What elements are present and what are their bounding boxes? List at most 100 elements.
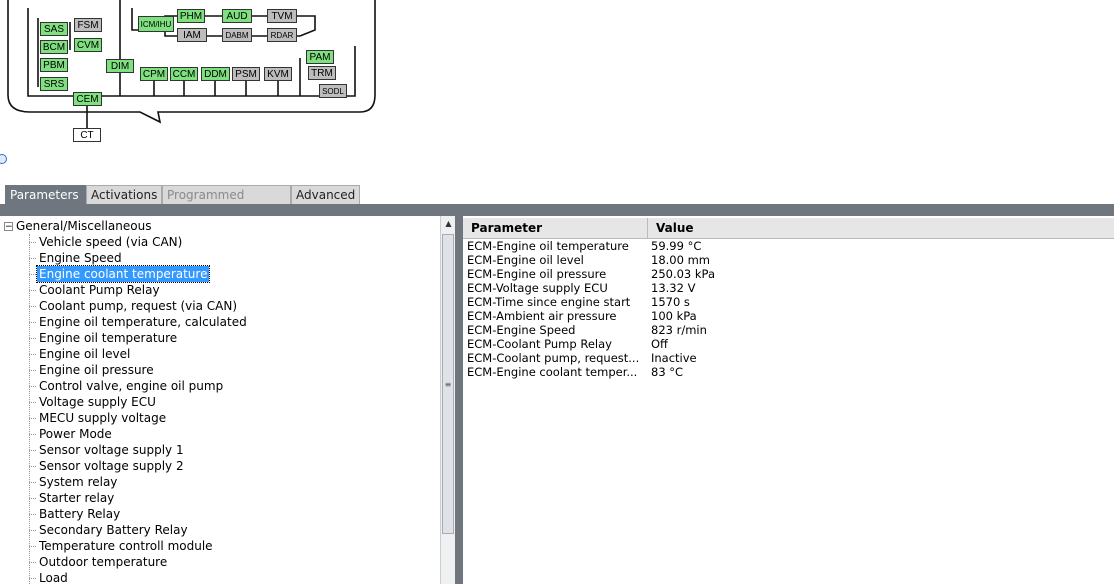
tree-item[interactable]: Outdoor temperature <box>37 554 169 570</box>
tree-scrollbar[interactable]: ▲ ≡ <box>440 216 456 584</box>
table-row[interactable]: ECM-Ambient air pressure 100 kPa <box>463 309 1114 323</box>
node-psm[interactable]: PSM <box>232 67 260 81</box>
node-icm-ihu[interactable]: ICM/IHU <box>138 16 174 32</box>
node-rdar[interactable]: RDAR <box>267 28 297 42</box>
cell-value: 59.99 °C <box>651 239 702 253</box>
node-cvm[interactable]: CVM <box>74 38 102 52</box>
tree-root-general-miscellaneous[interactable]: − General/Miscellaneous <box>4 218 151 234</box>
tree-item[interactable]: Engine oil pressure <box>37 362 156 378</box>
table-row[interactable]: ECM-Coolant pump, request... Inactive <box>463 351 1114 365</box>
node-pbm[interactable]: PBM <box>40 58 68 72</box>
node-aud[interactable]: AUD <box>222 9 252 23</box>
tab-advanced[interactable]: Advanced <box>291 185 360 204</box>
cell-value: 1570 s <box>651 295 690 309</box>
pane-splitter[interactable] <box>455 216 463 584</box>
node-fsm[interactable]: FSM <box>74 18 102 32</box>
tree-item[interactable]: Sensor voltage supply 1 <box>37 442 186 458</box>
node-sodl[interactable]: SODL <box>319 84 347 98</box>
cell-parameter: ECM-Time since engine start <box>467 295 631 309</box>
node-cem[interactable]: CEM <box>73 92 102 106</box>
tree-branch-line <box>29 498 36 499</box>
cell-value: Off <box>651 337 668 351</box>
tree-item[interactable]: Engine oil temperature, calculated <box>37 314 249 330</box>
tree-branch-line <box>29 562 36 563</box>
node-trm[interactable]: TRM <box>308 66 336 80</box>
scroll-up-arrow-icon[interactable]: ▲ <box>441 216 456 231</box>
node-tvm[interactable]: TVM <box>267 9 297 23</box>
tree-item[interactable]: Engine Speed <box>37 250 124 266</box>
cell-value: Inactive <box>651 351 697 365</box>
tree-item[interactable]: Coolant Pump Relay <box>37 282 162 298</box>
tree-item[interactable]: Voltage supply ECU <box>37 394 158 410</box>
cell-value: 823 r/min <box>651 323 707 337</box>
node-ccm[interactable]: CCM <box>170 67 198 81</box>
cell-parameter: ECM-Ambient air pressure <box>467 309 617 323</box>
table-header: Parameter Value <box>463 218 1114 239</box>
column-header-parameter[interactable]: Parameter <box>463 218 648 238</box>
tree-item[interactable]: Engine coolant temperature <box>35 265 211 283</box>
node-dabm[interactable]: DABM <box>222 28 252 42</box>
tree-branch-line <box>29 418 36 419</box>
tree-branch-line <box>29 370 36 371</box>
tree-branch-line <box>29 530 36 531</box>
tree-item[interactable]: Vehicle speed (via CAN) <box>37 234 184 250</box>
tree-branch-line <box>29 274 36 275</box>
cell-parameter: ECM-Engine oil pressure <box>467 267 607 281</box>
cell-parameter: ECM-Engine coolant temper... <box>467 365 638 379</box>
tree-root-label: General/Miscellaneous <box>16 219 152 233</box>
tree-item[interactable]: Temperature controll module <box>37 538 215 554</box>
tree-item[interactable]: Power Mode <box>37 426 114 442</box>
table-row[interactable]: ECM-Time since engine start 1570 s <box>463 295 1114 309</box>
node-iam[interactable]: IAM <box>177 28 207 42</box>
node-cpm[interactable]: CPM <box>140 67 168 81</box>
node-ddm[interactable]: DDM <box>201 67 230 81</box>
tree-branch-line <box>29 322 36 323</box>
node-ct[interactable]: CT <box>73 128 101 142</box>
table-row[interactable]: ECM-Coolant Pump Relay Off <box>463 337 1114 351</box>
node-sas[interactable]: SAS <box>40 22 68 36</box>
tree-branch-line <box>29 466 36 467</box>
scrollbar-thumb[interactable]: ≡ <box>442 234 454 534</box>
node-srs[interactable]: SRS <box>40 77 68 91</box>
node-bcm[interactable]: BCM <box>40 40 68 54</box>
cell-value: 13.32 V <box>651 281 696 295</box>
tree-guide-line <box>29 234 30 584</box>
network-topology-diagram: SAS FSM BCM CVM PBM SRS CEM CT ICM/IHU P… <box>0 0 380 180</box>
tree-branch-line <box>29 578 36 579</box>
table-row[interactable]: ECM-Engine coolant temper... 83 °C <box>463 365 1114 379</box>
node-dim[interactable]: DIM <box>106 59 134 73</box>
collapse-icon[interactable]: − <box>4 222 13 232</box>
tree-branch-line <box>29 450 36 451</box>
cell-parameter: ECM-Coolant Pump Relay <box>467 337 612 351</box>
tree-branch-line <box>29 242 36 243</box>
tree-branch-line <box>29 258 36 259</box>
tree-item[interactable]: Engine oil level <box>37 346 132 362</box>
node-phm[interactable]: PHM <box>177 9 205 23</box>
tab-programmed-values[interactable]: Programmed values <box>162 185 291 221</box>
tree-item[interactable]: System relay <box>37 474 119 490</box>
tree-item[interactable]: Coolant pump, request (via CAN) <box>37 298 239 314</box>
tree-item[interactable]: Battery Relay <box>37 506 122 522</box>
tree-branch-line <box>29 290 36 291</box>
tree-item[interactable]: Engine oil temperature <box>37 330 179 346</box>
table-row[interactable]: ECM-Engine Speed 823 r/min <box>463 323 1114 337</box>
tree-item[interactable]: Starter relay <box>37 490 116 506</box>
tab-activations[interactable]: Activations <box>86 185 162 204</box>
tree-item[interactable]: Control valve, engine oil pump <box>37 378 225 394</box>
tree-item[interactable]: Load <box>37 570 70 584</box>
node-pam[interactable]: PAM <box>306 50 334 64</box>
parameter-value-table: Parameter Value ECM-Engine oil temperatu… <box>463 216 1114 584</box>
table-row[interactable]: ECM-Engine oil level 18.00 mm <box>463 253 1114 267</box>
cell-parameter: ECM-Engine Speed <box>467 323 576 337</box>
tree-item[interactable]: Secondary Battery Relay <box>37 522 190 538</box>
table-row[interactable]: ECM-Engine oil temperature 59.99 °C <box>463 239 1114 253</box>
tree-item[interactable]: Sensor voltage supply 2 <box>37 458 186 474</box>
node-kvm[interactable]: KVM <box>264 67 292 81</box>
tree-item[interactable]: MECU supply voltage <box>37 410 168 426</box>
tab-parameters[interactable]: Parameters <box>5 185 86 204</box>
tab-bar: Parameters Activations Programmed values… <box>0 185 1114 221</box>
cell-value: 250.03 kPa <box>651 267 716 281</box>
column-header-value[interactable]: Value <box>648 218 1114 238</box>
table-row[interactable]: ECM-Voltage supply ECU 13.32 V <box>463 281 1114 295</box>
table-row[interactable]: ECM-Engine oil pressure 250.03 kPa <box>463 267 1114 281</box>
